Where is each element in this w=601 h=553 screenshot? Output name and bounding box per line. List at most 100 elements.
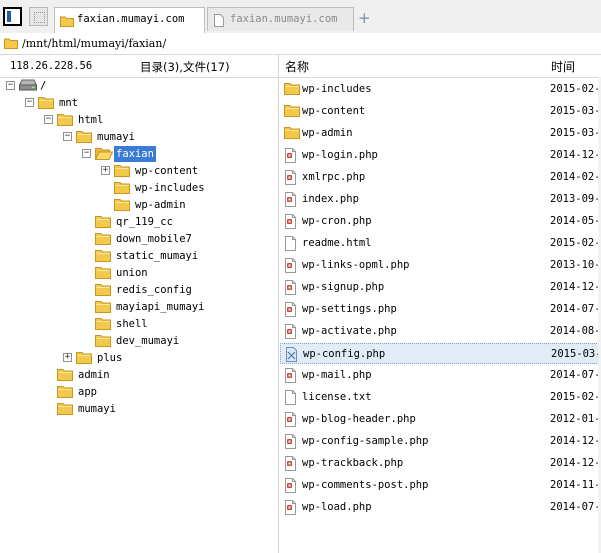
php-file-icon (284, 192, 297, 210)
drive-icon (18, 79, 38, 96)
php-file-icon (284, 434, 297, 452)
file-row[interactable]: readme.html 2015-02-2 (280, 233, 601, 254)
file-time: 2015-02-2 (550, 237, 601, 249)
file-time: 2014-11-2 (550, 479, 601, 491)
file-name: wp-login.php (302, 149, 378, 161)
file-row[interactable]: wp-settings.php 2014-07-1 (280, 299, 601, 320)
file-time: 2015-03-1 (550, 105, 601, 117)
config-file-icon (285, 347, 298, 365)
folder-icon (95, 249, 111, 267)
php-file-icon (284, 170, 297, 188)
file-time: 2014-08-2 (550, 325, 601, 337)
collapse-icon[interactable]: − (25, 98, 34, 107)
php-file-icon (284, 500, 297, 518)
file-row[interactable]: wp-mail.php 2014-07-1 (280, 365, 601, 386)
tree-item-label: wp-content (135, 165, 199, 177)
php-file-icon (284, 324, 297, 342)
file-row[interactable]: wp-signup.php 2014-12-0 (280, 277, 601, 298)
file-name: wp-cron.php (302, 215, 372, 227)
file-time: 2012-01-0 (550, 413, 601, 425)
file-row[interactable]: wp-includes 2015-02-2 (280, 79, 601, 100)
list-header: 118.26.228.56 目录(3),文件(17) 名称 时间 (0, 55, 601, 78)
php-file-icon (284, 456, 297, 474)
file-row[interactable]: wp-login.php 2014-12-1 (280, 145, 601, 166)
file-name: wp-load.php (302, 501, 372, 513)
text-file-icon (284, 236, 297, 254)
text-file-icon (284, 390, 297, 408)
column-header-name[interactable]: 名称 (285, 58, 309, 75)
folder-icon (95, 232, 111, 250)
file-row[interactable]: wp-config-sample.php 2014-12-2 (280, 431, 601, 452)
file-name: wp-activate.php (302, 325, 397, 337)
php-file-icon (284, 412, 297, 430)
collapse-icon[interactable]: − (6, 81, 15, 90)
file-name: license.txt (302, 391, 372, 403)
tab-label: faxian.mumayi.com (230, 13, 338, 25)
file-row[interactable]: xmlrpc.php 2014-02-1 (280, 167, 601, 188)
expand-icon[interactable]: + (63, 353, 72, 362)
current-path: /mnt/html/mumayi/faxian/ (22, 37, 167, 50)
folder-icon (95, 283, 111, 301)
file-time: 2014-07-1 (550, 369, 601, 381)
file-row[interactable]: license.txt 2015-02-2 (280, 387, 601, 408)
file-name: wp-mail.php (302, 369, 372, 381)
tree-item-label: html (78, 114, 104, 126)
folder-icon (57, 385, 73, 403)
column-header-time[interactable]: 时间 (551, 58, 575, 75)
collapse-icon[interactable]: − (44, 115, 53, 124)
folder-icon (284, 82, 300, 98)
tab-bar: faxian.mumayi.com faxian.mumayi.com + (0, 0, 601, 34)
folder-icon (4, 37, 18, 52)
file-time: 2015-02-2 (550, 391, 601, 403)
file-row[interactable]: wp-content 2015-03-1 (280, 101, 601, 122)
panel-toggle-button[interactable] (3, 7, 22, 26)
folder-icon (76, 130, 92, 148)
file-row[interactable]: wp-links-opml.php 2013-10-2 (280, 255, 601, 276)
tree-item-label: / (40, 80, 47, 92)
tree-item-label: admin (78, 369, 110, 381)
collapse-icon[interactable]: − (82, 149, 91, 158)
file-time: 2013-10-2 (550, 259, 601, 271)
file-name: wp-trackback.php (302, 457, 404, 469)
php-file-icon (284, 214, 297, 232)
folder-icon (57, 113, 73, 131)
expand-icon[interactable]: + (101, 166, 110, 175)
file-time: 2014-12-1 (550, 149, 601, 161)
tree-item-label: shell (116, 318, 148, 330)
file-row[interactable]: wp-trackback.php 2014-12-0 (280, 453, 601, 474)
file-row[interactable]: wp-activate.php 2014-08-2 (280, 321, 601, 342)
pane-divider[interactable] (278, 55, 279, 553)
file-time: 2014-12-2 (550, 435, 601, 447)
tree-item-label: redis_config (116, 284, 192, 296)
tree-item-label: wp-includes (135, 182, 205, 194)
file-row[interactable]: index.php 2013-09-2 (280, 189, 601, 210)
file-time: 2015-02-2 (550, 83, 601, 95)
file-name: wp-content (302, 105, 366, 117)
file-name: readme.html (302, 237, 372, 249)
collapse-icon[interactable]: − (63, 132, 72, 141)
tab-faxian-active[interactable]: faxian.mumayi.com (54, 7, 205, 34)
file-row[interactable]: wp-load.php 2014-07-0 (280, 497, 601, 518)
folder-icon (114, 181, 130, 199)
path-bar[interactable]: /mnt/html/mumayi/faxian/ (0, 33, 601, 55)
file-name: index.php (302, 193, 359, 205)
folder-icon (95, 266, 111, 284)
file-row[interactable]: wp-comments-post.php 2014-11-2 (280, 475, 601, 496)
file-time: 2014-12-0 (550, 281, 601, 293)
tree-item-label: faxian (114, 146, 156, 162)
blank-page-button[interactable] (29, 7, 48, 26)
file-name: xmlrpc.php (302, 171, 366, 183)
item-count: 目录(3),文件(17) (140, 60, 230, 74)
file-time: 2014-12-0 (550, 457, 601, 469)
file-row[interactable]: wp-blog-header.php 2012-01-0 (280, 409, 601, 430)
tree-item-label: qr_119_cc (116, 216, 173, 228)
tab-faxian-inactive[interactable]: faxian.mumayi.com (207, 7, 354, 31)
file-row[interactable]: wp-admin 2015-03-1 (280, 123, 601, 144)
file-name: wp-includes (302, 83, 372, 95)
new-tab-plus-icon[interactable]: + (358, 9, 371, 27)
file-row[interactable]: wp-cron.php 2014-05-1 (280, 211, 601, 232)
file-row[interactable]: wp-config.php 2015-03-1 (280, 343, 601, 364)
folder-icon (57, 402, 73, 420)
folder-icon (284, 126, 300, 142)
tree-item-label: union (116, 267, 148, 279)
